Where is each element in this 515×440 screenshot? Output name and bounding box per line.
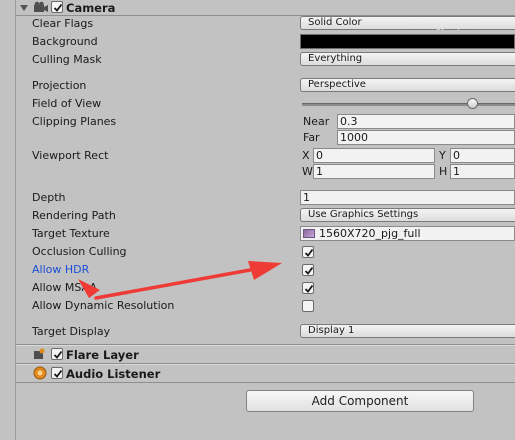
audio-listener-enabled-checkbox[interactable] <box>51 367 63 379</box>
flare-layer-title: Flare Layer <box>66 348 139 362</box>
audio-listener-title: Audio Listener <box>66 367 161 381</box>
audio-listener-icon <box>33 366 47 383</box>
flare-layer-enabled-checkbox[interactable] <box>51 348 63 360</box>
components-end-separator <box>16 382 515 383</box>
flare-layer-icon <box>33 348 45 359</box>
add-component-button[interactable]: Add Component <box>246 390 474 412</box>
